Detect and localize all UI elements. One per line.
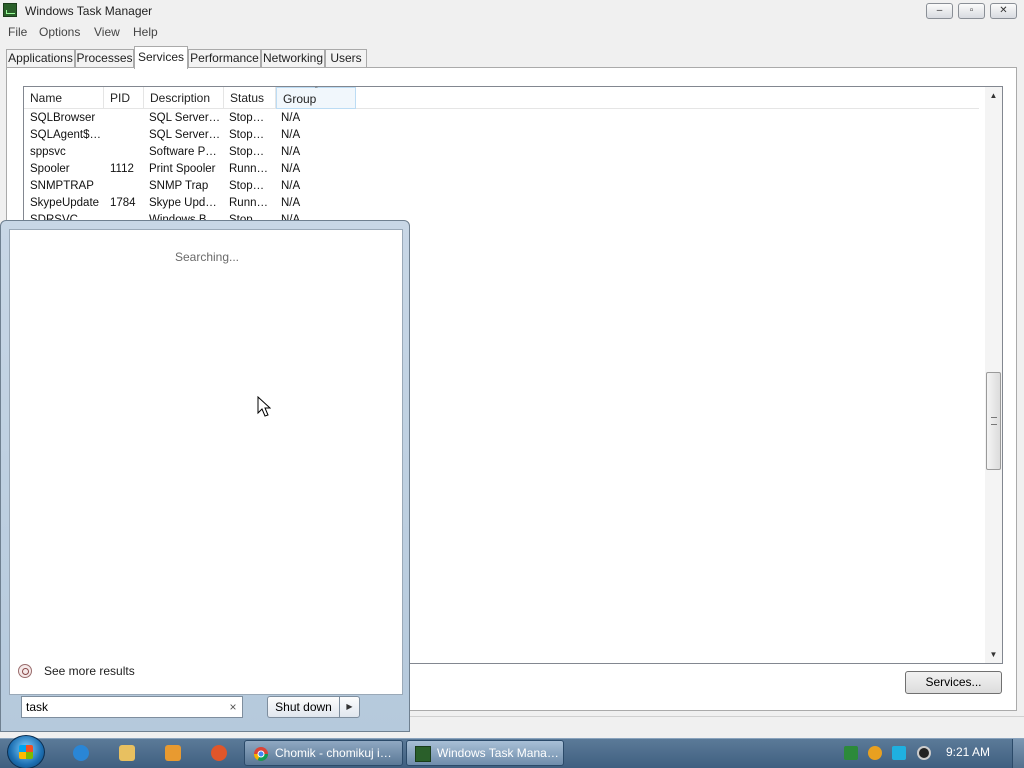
- task-manager-icon: [415, 746, 431, 762]
- table-row[interactable]: SQLAgent$… SQL Server… Stop… N/A: [24, 128, 979, 145]
- scroll-up-icon[interactable]: ▲: [985, 87, 1002, 104]
- sort-arrow-icon: ˆ: [315, 86, 318, 95]
- cell-name: SNMPTRAP: [30, 180, 94, 192]
- searching-text: Searching...: [174, 250, 240, 264]
- column-description[interactable]: Description: [144, 87, 224, 109]
- scroll-down-icon[interactable]: ▼: [985, 646, 1002, 663]
- see-more-label: See more results: [44, 664, 135, 678]
- menu-bar: File Options View Help: [0, 22, 1024, 42]
- cell-description: SQL Server…: [149, 129, 221, 141]
- maximize-button[interactable]: ▫: [958, 3, 985, 19]
- cell-description: Software P…: [149, 146, 217, 158]
- cell-name: sppsvc: [30, 146, 66, 158]
- cell-description: Print Spooler: [149, 163, 216, 175]
- clock[interactable]: 9:21 AM: [938, 745, 998, 759]
- green-tray-icon[interactable]: [844, 746, 858, 760]
- scroll-thumb[interactable]: [986, 372, 1001, 470]
- clear-search-icon[interactable]: ×: [226, 699, 240, 715]
- table-row[interactable]: SkypeUpdate 1784 Skype Upd… Runn… N/A: [24, 196, 979, 213]
- cell-group: N/A: [281, 129, 301, 141]
- table-row[interactable]: SNMPTRAP SNMP Trap Stop… N/A: [24, 179, 979, 196]
- start-button[interactable]: [7, 735, 45, 768]
- volume-tray-icon[interactable]: [917, 746, 931, 760]
- tab-networking[interactable]: Networking: [261, 49, 325, 68]
- menu-view[interactable]: View: [94, 25, 120, 39]
- chrome-icon: [254, 747, 268, 761]
- shut-down-button[interactable]: Shut down: [267, 696, 339, 718]
- search-tray-icon[interactable]: [868, 746, 882, 760]
- cell-group: N/A: [281, 146, 301, 158]
- cell-description: SQL Server…: [149, 112, 221, 124]
- menu-options[interactable]: Options: [39, 25, 80, 39]
- tab-applications[interactable]: Applications: [6, 49, 75, 68]
- vertical-scrollbar[interactable]: ▲ ▼: [985, 87, 1002, 663]
- close-button[interactable]: ✕: [990, 3, 1017, 19]
- cell-status: Runn…: [229, 197, 268, 209]
- tab-users[interactable]: Users: [325, 49, 367, 68]
- taskbar-task-label: Chomik - chomikuj i…: [275, 746, 392, 760]
- services-button[interactable]: Services...: [905, 671, 1002, 694]
- cell-status: Stop…: [229, 129, 265, 141]
- taskbar-task-task-manager[interactable]: Windows Task Mana…: [406, 740, 564, 766]
- column-group[interactable]: Group ˆ: [276, 86, 356, 109]
- shut-down-options-icon[interactable]: ▶: [339, 696, 360, 718]
- cell-group: N/A: [281, 180, 301, 192]
- tab-services[interactable]: Services: [134, 46, 188, 69]
- start-menu: Searching... See more results: [0, 220, 410, 732]
- cell-status: Stop…: [229, 112, 265, 124]
- title-bar[interactable]: Windows Task Manager – ▫ ✕: [0, 0, 1024, 22]
- menu-help[interactable]: Help: [133, 25, 158, 39]
- start-search-input[interactable]: [26, 699, 222, 715]
- cell-status: Stop…: [229, 146, 265, 158]
- cell-status: Runn…: [229, 163, 268, 175]
- taskbar-task-chrome[interactable]: Chomik - chomikuj i…: [244, 740, 403, 766]
- cell-group: N/A: [281, 112, 301, 124]
- cell-group: N/A: [281, 163, 301, 175]
- minimize-button[interactable]: –: [926, 3, 953, 19]
- mouse-cursor-icon: [257, 396, 271, 417]
- show-desktop-button[interactable]: [1012, 739, 1024, 768]
- task-manager-icon: [3, 3, 17, 17]
- cell-status: Stop…: [229, 180, 265, 192]
- table-row[interactable]: Spooler 1112 Print Spooler Runn… N/A: [24, 162, 979, 179]
- network-tray-icon[interactable]: [892, 746, 906, 760]
- explorer-folder-icon[interactable]: [113, 741, 141, 765]
- taskbar-task-label: Windows Task Mana…: [437, 746, 559, 760]
- cell-pid: 1784: [110, 197, 136, 209]
- cell-description: SNMP Trap: [149, 180, 209, 192]
- table-row[interactable]: SQLBrowser SQL Server… Stop… N/A: [24, 111, 979, 128]
- column-status[interactable]: Status: [224, 87, 276, 109]
- cell-group: N/A: [281, 197, 301, 209]
- cell-name: SQLBrowser: [30, 112, 96, 124]
- list-header: Name PID Description Status Group ˆ: [24, 86, 979, 109]
- media-player-icon[interactable]: [159, 741, 187, 765]
- table-row[interactable]: sppsvc Software P… Stop… N/A: [24, 145, 979, 162]
- cell-name: SQLAgent$…: [30, 129, 101, 141]
- cell-pid: 1112: [110, 163, 134, 175]
- internet-explorer-icon[interactable]: [67, 741, 95, 765]
- window-title: Windows Task Manager: [25, 4, 153, 18]
- app-icon[interactable]: [205, 741, 233, 765]
- search-results-icon: [18, 664, 32, 678]
- menu-file[interactable]: File: [8, 25, 27, 39]
- column-group-label: Group: [283, 92, 317, 106]
- start-search-box[interactable]: ×: [21, 696, 243, 718]
- cell-name: SkypeUpdate: [30, 197, 100, 209]
- column-pid[interactable]: PID: [104, 87, 144, 109]
- cell-description: Skype Upd…: [149, 197, 217, 209]
- tab-performance[interactable]: Performance: [188, 49, 261, 68]
- search-results-pane: Searching... See more results: [9, 229, 403, 695]
- cell-name: Spooler: [30, 163, 70, 175]
- tab-processes[interactable]: Processes: [75, 49, 134, 68]
- column-name[interactable]: Name: [24, 87, 104, 109]
